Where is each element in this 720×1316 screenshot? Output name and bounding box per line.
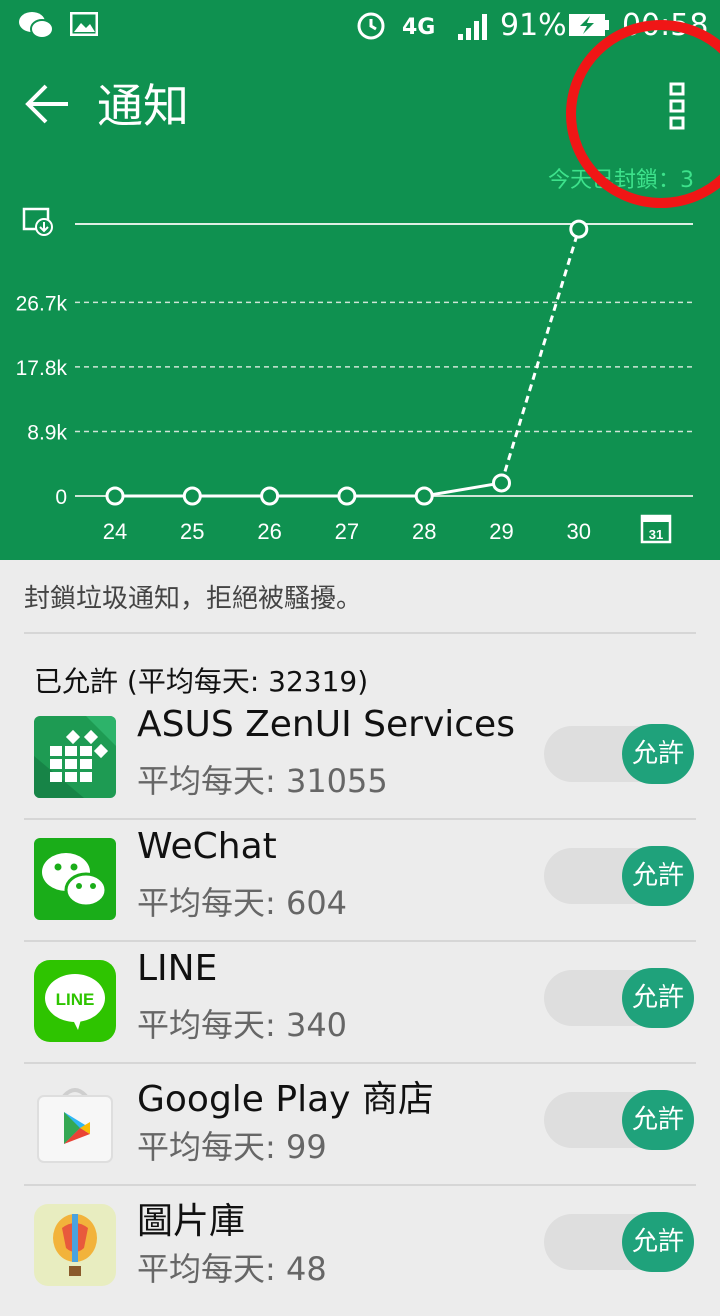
asus-zenui-icon — [34, 716, 116, 798]
app-name: WeChat — [137, 826, 277, 867]
app-row-asus-zenui[interactable]: ASUS ZenUI Services 平均每天: 31055 允許 — [0, 704, 720, 828]
export-icon[interactable] — [22, 207, 53, 236]
svg-text:31: 31 — [649, 527, 663, 542]
y-tick-label: 26.7k — [16, 292, 68, 315]
app-name: 圖片庫 — [137, 1201, 246, 1242]
description: 封鎖垃圾通知，拒絕被騷擾。 — [24, 584, 363, 614]
app-daily-average: 平均每天: 340 — [137, 1006, 348, 1044]
toggle-knob-label: 允許 — [622, 724, 694, 784]
app-daily-average: 平均每天: 48 — [137, 1250, 327, 1288]
divider — [24, 632, 696, 634]
divider — [24, 940, 696, 942]
series-line-segment — [500, 228, 581, 484]
wechat-icon — [34, 838, 116, 920]
battery-percent: 91% — [500, 8, 567, 43]
x-tick-label: 26 — [257, 519, 281, 544]
data-point — [337, 486, 357, 506]
y-tick-label: 0 — [55, 486, 67, 509]
app-daily-average: 平均每天: 31055 — [137, 762, 388, 800]
allowed-section-label: 已允許 (平均每天: 32319) — [34, 665, 369, 698]
battery-charging-icon — [569, 14, 609, 36]
y-tick-label: 8.9k — [27, 421, 67, 444]
app-name: Google Play 商店 — [137, 1079, 434, 1120]
network-type: 4G — [402, 15, 436, 40]
app-row-gallery[interactable]: 圖片庫 平均每天: 48 允許 — [0, 1194, 720, 1316]
divider — [24, 1062, 696, 1064]
toggle-knob-label: 允許 — [622, 968, 694, 1028]
app-name: ASUS ZenUI Services — [137, 704, 515, 745]
x-tick-label: 27 — [335, 519, 359, 544]
app-daily-average: 平均每天: 604 — [137, 884, 348, 922]
signal-icon — [458, 14, 487, 40]
series-line-segment — [423, 481, 502, 498]
allow-toggle[interactable]: 允許 — [544, 846, 694, 906]
line-app-icon: LINE — [34, 960, 116, 1042]
allow-toggle[interactable]: 允許 — [544, 724, 694, 784]
page-title: 通知 — [97, 79, 189, 133]
x-tick-label: 24 — [103, 519, 127, 544]
x-tick-label: 30 — [567, 519, 591, 544]
notification-chart: 0 8.9k 17.8k 26.7k 24 25 26 27 28 29 30 31 — [16, 207, 693, 544]
x-tick-label: 28 — [412, 519, 436, 544]
allow-toggle[interactable]: 允許 — [544, 1212, 694, 1272]
divider — [24, 1184, 696, 1186]
allow-toggle[interactable]: 允許 — [544, 968, 694, 1028]
gallery-notification-icon — [70, 12, 98, 36]
header: 4G 91% 00:58 通知 今天已封鎖：3 0 8.9k 17.8k 26.… — [0, 0, 720, 560]
data-point — [569, 219, 589, 239]
divider — [24, 818, 696, 820]
calendar-icon[interactable]: 31 — [640, 514, 672, 544]
data-point — [414, 486, 434, 506]
app-name: LINE — [137, 948, 218, 989]
y-tick-label: 17.8k — [16, 357, 68, 380]
google-play-store-icon — [34, 1082, 116, 1164]
alarm-icon — [357, 12, 385, 40]
svg-text:LINE: LINE — [56, 990, 95, 1009]
toggle-knob-label: 允許 — [622, 1212, 694, 1272]
app-row-line[interactable]: LINE LINE 平均每天: 340 允許 — [0, 948, 720, 1072]
back-arrow-icon[interactable] — [24, 80, 72, 128]
allow-toggle[interactable]: 允許 — [544, 1090, 694, 1150]
toggle-knob-label: 允許 — [622, 1090, 694, 1150]
data-point — [105, 486, 125, 506]
x-tick-label: 29 — [489, 519, 513, 544]
app-row-wechat[interactable]: WeChat 平均每天: 604 允許 — [0, 826, 720, 950]
app-row-google-play[interactable]: Google Play 商店 平均每天: 99 允許 — [0, 1072, 720, 1194]
toggle-knob-label: 允許 — [622, 846, 694, 906]
wechat-notification-icon — [19, 12, 54, 39]
data-point — [492, 473, 511, 493]
gallery-app-icon — [34, 1204, 116, 1286]
data-point — [260, 486, 280, 506]
data-point — [182, 486, 202, 506]
app-daily-average: 平均每天: 99 — [137, 1128, 327, 1166]
x-tick-label: 25 — [180, 519, 204, 544]
